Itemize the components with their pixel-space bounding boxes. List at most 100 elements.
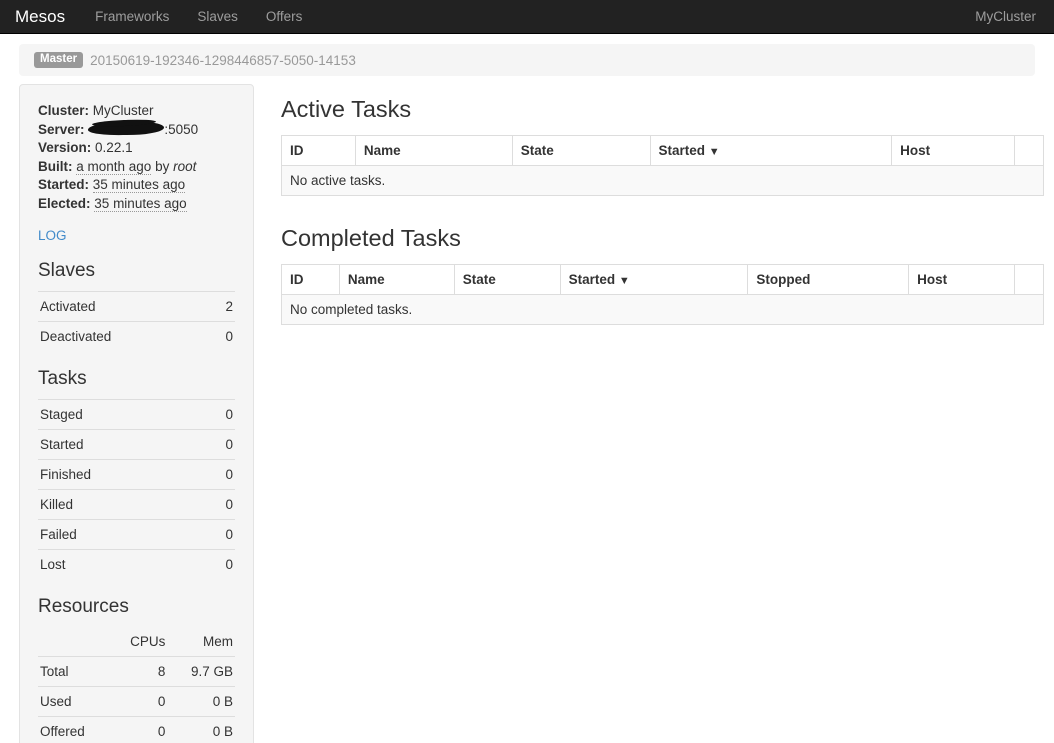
breadcrumb-wrapper: Master 20150619-192346-1298446857-5050-1… (0, 34, 1054, 76)
info-built-by-word: by (155, 159, 169, 174)
resources-header-cpus: CPUs (110, 627, 168, 657)
nav-link-slaves[interactable]: Slaves (183, 0, 252, 34)
active-tasks-empty-message: No active tasks. (282, 165, 1044, 195)
sidebar-heading-tasks: Tasks (38, 369, 235, 390)
active-col-header-host[interactable]: Host (892, 135, 1015, 165)
slaves-value-activated: 2 (209, 291, 235, 321)
nav-item-offers[interactable]: Offers (252, 0, 317, 34)
sidebar-heading-slaves: Slaves (38, 261, 235, 282)
active-col-header-actions (1015, 135, 1044, 165)
resources-mem-offered: 0 B (167, 716, 235, 743)
breadcrumb-master-id: 20150619-192346-1298446857-5050-14153 (90, 53, 356, 68)
table-row: Activated 2 (38, 291, 235, 321)
nav-item-slaves[interactable]: Slaves (183, 0, 252, 34)
completed-col-header-name[interactable]: Name (339, 264, 454, 294)
info-value-elected[interactable]: 35 minutes ago (94, 196, 186, 212)
nav-link-offers[interactable]: Offers (252, 0, 317, 34)
info-row-built: Built: a month ago by root (38, 158, 235, 177)
tasks-label-killed: Killed (38, 489, 201, 519)
navbar-brand-mesos[interactable]: Mesos (0, 0, 81, 34)
tasks-value-finished: 0 (201, 459, 235, 489)
active-col-header-started[interactable]: Started ▼ (650, 135, 892, 165)
table-row: Used 0 0 B (38, 686, 235, 716)
active-col-header-id[interactable]: ID (282, 135, 356, 165)
info-value-cluster: MyCluster (93, 103, 154, 118)
resources-mem-total: 9.7 GB (167, 656, 235, 686)
top-navbar: Mesos Frameworks Slaves Offers MyCluster (0, 0, 1054, 34)
active-col-header-name[interactable]: Name (355, 135, 512, 165)
sidebar-heading-resources: Resources (38, 597, 235, 618)
slaves-value-deactivated: 0 (209, 321, 235, 351)
resources-cpus-total: 8 (110, 656, 168, 686)
tasks-label-finished: Finished (38, 459, 201, 489)
table-row: Offered 0 0 B (38, 716, 235, 743)
resources-label-total: Total (38, 656, 110, 686)
info-value-server-port: :5050 (164, 122, 198, 137)
table-header-row: ID Name State Started ▼ Host (282, 135, 1044, 165)
info-value-built-user: root (173, 159, 196, 174)
completed-col-header-started[interactable]: Started ▼ (560, 264, 748, 294)
slaves-label-activated: Activated (38, 291, 209, 321)
table-row: No active tasks. (282, 165, 1044, 195)
resources-cpus-used: 0 (110, 686, 168, 716)
info-row-version: Version: 0.22.1 (38, 139, 235, 158)
tasks-value-killed: 0 (201, 489, 235, 519)
table-row: Deactivated 0 (38, 321, 235, 351)
table-row: Total 8 9.7 GB (38, 656, 235, 686)
resources-mem-used: 0 B (167, 686, 235, 716)
tasks-table: Staged 0 Started 0 Finished 0 Killed 0 (38, 399, 235, 579)
info-value-started[interactable]: 35 minutes ago (93, 177, 185, 193)
navbar-nav: Frameworks Slaves Offers (81, 0, 316, 34)
table-header-row: CPUs Mem (38, 627, 235, 657)
info-label-elected: Elected: (38, 196, 91, 211)
main-column: Active Tasks ID Name State Started ▼ Hos… (254, 84, 1044, 355)
completed-col-header-started-label: Started (569, 272, 616, 287)
slaves-label-deactivated: Deactivated (38, 321, 209, 351)
redaction-mark-server-address (88, 122, 164, 135)
completed-col-header-host[interactable]: Host (909, 264, 1015, 294)
table-header-row: ID Name State Started ▼ Stopped Host (282, 264, 1044, 294)
completed-col-header-actions (1014, 264, 1043, 294)
resources-header-mem: Mem (167, 627, 235, 657)
active-col-header-state[interactable]: State (512, 135, 650, 165)
nav-item-frameworks[interactable]: Frameworks (81, 0, 183, 34)
info-label-started: Started: (38, 177, 89, 192)
table-row: Failed 0 (38, 519, 235, 549)
resources-table: CPUs Mem Total 8 9.7 GB Used 0 0 B (38, 627, 235, 743)
nav-link-frameworks[interactable]: Frameworks (81, 0, 183, 34)
page-container: Cluster: MyCluster Server: :5050 Version… (0, 76, 1054, 743)
table-row: No completed tasks. (282, 294, 1044, 324)
active-col-header-started-label: Started (659, 143, 706, 158)
resources-label-offered: Offered (38, 716, 110, 743)
table-row: Staged 0 (38, 399, 235, 429)
breadcrumb: Master 20150619-192346-1298446857-5050-1… (19, 44, 1035, 76)
info-row-server: Server: :5050 (38, 121, 235, 140)
info-row-cluster: Cluster: MyCluster (38, 102, 235, 121)
info-row-started: Started: 35 minutes ago (38, 176, 235, 195)
tasks-value-staged: 0 (201, 399, 235, 429)
info-label-built: Built: (38, 159, 73, 174)
resources-label-used: Used (38, 686, 110, 716)
completed-col-header-stopped[interactable]: Stopped (748, 264, 909, 294)
completed-tasks-table: ID Name State Started ▼ Stopped Host No … (281, 264, 1044, 325)
active-tasks-table: ID Name State Started ▼ Host No active t… (281, 135, 1044, 196)
cluster-info-panel: Cluster: MyCluster Server: :5050 Version… (19, 84, 254, 743)
completed-col-header-state[interactable]: State (454, 264, 560, 294)
info-value-version: 0.22.1 (95, 140, 133, 155)
tasks-label-staged: Staged (38, 399, 201, 429)
nav-item-cluster-name[interactable]: MyCluster (961, 0, 1054, 34)
tasks-value-lost: 0 (201, 549, 235, 579)
sort-caret-down-icon: ▼ (709, 146, 720, 158)
info-label-version: Version: (38, 140, 91, 155)
info-label-server: Server: (38, 122, 85, 137)
completed-col-header-id[interactable]: ID (282, 264, 340, 294)
sidebar-column: Cluster: MyCluster Server: :5050 Version… (19, 84, 254, 743)
navbar-right-nav: MyCluster (961, 0, 1054, 34)
log-link[interactable]: LOG (38, 228, 67, 243)
tasks-label-lost: Lost (38, 549, 201, 579)
table-row: Started 0 (38, 429, 235, 459)
nav-link-cluster-name[interactable]: MyCluster (961, 0, 1054, 34)
resources-header-blank (38, 627, 110, 657)
tasks-label-failed: Failed (38, 519, 201, 549)
info-value-built-relative[interactable]: a month ago (76, 159, 151, 175)
